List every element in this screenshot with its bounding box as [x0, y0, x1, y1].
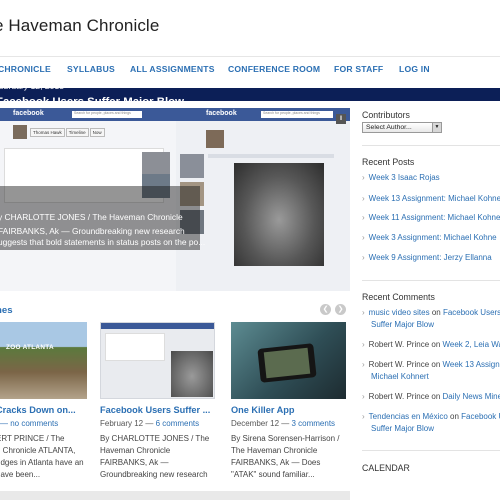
chevron-right-icon: › — [362, 392, 365, 401]
fb-search-field: Search for people, places and things — [261, 111, 333, 118]
chevron-right-icon: › — [362, 233, 365, 242]
facebook-logo: facebook — [13, 110, 44, 117]
headline-meta: February 12 — 6 comments — [100, 419, 200, 428]
recent-post-item[interactable]: › Week 11 Assignment: Michael Kohne — [362, 213, 500, 222]
headline-excerpt: By Sirena Sorensen-Harrison / — [231, 434, 340, 443]
nav-item-all-assignments[interactable]: ALL ASSIGNMENTS — [130, 64, 215, 74]
comments-link[interactable]: — no comments — [0, 419, 58, 428]
recent-comment-item: › Robert W. Prince on Week 13 Assign — [362, 360, 500, 369]
headline-excerpt: FAIRBANKS, Ak — — [100, 458, 169, 467]
recent-comment-item: › Robert W. Prince on Daily News Mine — [362, 392, 500, 401]
recent-comment-item: › Tendencias en México on Facebook U — [362, 412, 500, 421]
comments-link[interactable]: 6 comments — [156, 419, 200, 428]
chevron-right-icon: › — [362, 173, 365, 182]
headline-excerpt: Haveman Chronicle — [100, 446, 171, 455]
nav-item-chronicle[interactable]: CHRONICLE — [0, 64, 51, 74]
recent-comment-item: › music video sites on Facebook Users — [362, 308, 500, 317]
slide-title[interactable]: Facebook Users Suffer Major Blow — [0, 96, 184, 108]
nav-item-syllabus[interactable]: SYLLABUS — [67, 64, 115, 74]
recent-comments-heading: Recent Comments — [362, 292, 435, 302]
fb-photo-tile — [180, 154, 204, 178]
author-select[interactable]: Select Author... ▼ — [362, 122, 442, 133]
recent-comment-post-link[interactable]: Michael Kohnert — [371, 372, 429, 381]
headline-excerpt: The Haveman Chronicle — [231, 446, 318, 455]
main-nav: CHRONICLE SYLLABUS ALL ASSIGNMENTS CONFE… — [0, 56, 500, 84]
calendar-heading: CALENDAR — [362, 463, 410, 473]
recent-posts-heading: Recent Posts — [362, 157, 415, 167]
chevron-left-icon[interactable]: ❮ — [320, 304, 331, 315]
divider — [362, 145, 500, 146]
fb-post-header — [208, 154, 334, 158]
recent-post-item[interactable]: › Week 9 Assignment: Jerzy Ellanna — [362, 253, 492, 262]
headlines-heading: nes — [0, 305, 13, 316]
recent-comment-post-link[interactable]: Suffer Major Blow — [371, 424, 434, 433]
chevron-right-icon[interactable]: ❯ — [335, 304, 346, 315]
fb-profile-tabs: Thomas Hawk Timeline Now — [30, 128, 106, 137]
chevron-right-icon: › — [362, 340, 365, 349]
headline-excerpt: udges in Atlanta have an — [0, 458, 84, 467]
profile-photo — [13, 125, 27, 139]
divider — [362, 280, 500, 281]
fb-photo-tile — [142, 152, 170, 174]
slider-pause-icon[interactable]: ‖ — [336, 114, 346, 124]
chevron-right-icon: › — [362, 213, 365, 222]
fb-search-field: Search for people, places and things — [72, 111, 142, 118]
facebook-logo: facebook — [206, 110, 237, 117]
image-sign-text: ZOO ATLANTA — [6, 344, 54, 351]
contributors-heading: Contributors — [362, 110, 410, 120]
nav-item-conference-room[interactable]: CONFERENCE ROOM — [228, 64, 320, 74]
chevron-right-icon: › — [362, 194, 365, 203]
chevron-down-icon: ▼ — [432, 123, 441, 132]
headline-excerpt: have been... — [0, 470, 41, 479]
recent-post-item[interactable]: › Week 13 Assignment: Michael Kohne — [362, 194, 500, 203]
headline-excerpt: FAIRBANKS, Ak — Does — [231, 458, 321, 467]
slide-excerpt-line: uggests that bold statements in status p… — [0, 237, 206, 247]
chevron-right-icon: › — [362, 360, 365, 369]
recent-comment-post-link[interactable]: Suffer Major Blow — [371, 320, 434, 329]
headline-image-facebook[interactable] — [100, 322, 215, 399]
footer-edge — [0, 491, 350, 500]
chevron-right-icon: › — [362, 308, 365, 317]
comments-link[interactable]: 3 comments — [291, 419, 335, 428]
headline-excerpt: n Chronicle ATLANTA, — [0, 446, 76, 455]
headline-excerpt: By CHARLOTTE JONES / The — [100, 434, 210, 443]
headline-image-phone[interactable] — [231, 322, 346, 399]
headline-image-zoo[interactable]: ZOO ATLANTA — [0, 322, 87, 399]
recent-comment-item: › Robert W. Prince on Week 2, Leia Wa — [362, 340, 500, 349]
headline-title[interactable]: Facebook Users Suffer ... — [100, 405, 210, 415]
vintage-car-photo — [234, 163, 324, 266]
recent-post-item[interactable]: › Week 3 Assignment: Michael Kohne — [362, 233, 497, 242]
headline-meta: — no comments — [0, 419, 58, 428]
site-title[interactable]: e Haveman Chronicle — [0, 16, 159, 36]
headline-title[interactable]: Cracks Down on... — [0, 405, 76, 415]
slide-date: ebruary 12, 2013 — [0, 81, 64, 91]
slide-excerpt-line: FAIRBANKS, Ak — Groundbreaking new resea… — [0, 226, 185, 236]
recent-post-item[interactable]: › Week 3 Isaac Rojas — [362, 173, 440, 182]
headline-title[interactable]: One Killer App — [231, 405, 294, 415]
chevron-right-icon: › — [362, 253, 365, 262]
fb-avatar — [206, 130, 224, 148]
chevron-right-icon: › — [362, 412, 365, 421]
nav-item-log-in[interactable]: LOG IN — [399, 64, 430, 74]
slide-excerpt-line: y CHARLOTTE JONES / The Haveman Chronicl… — [0, 212, 183, 222]
headline-excerpt: "ATAK" sound familiar... — [231, 470, 315, 479]
headline-meta: December 12 — 3 comments — [231, 419, 336, 428]
nav-item-for-staff[interactable]: FOR STAFF — [334, 64, 383, 74]
divider — [362, 450, 500, 451]
headline-excerpt: Groundbreaking new research — [100, 470, 208, 479]
headline-excerpt: ERT PRINCE / The — [0, 434, 65, 443]
